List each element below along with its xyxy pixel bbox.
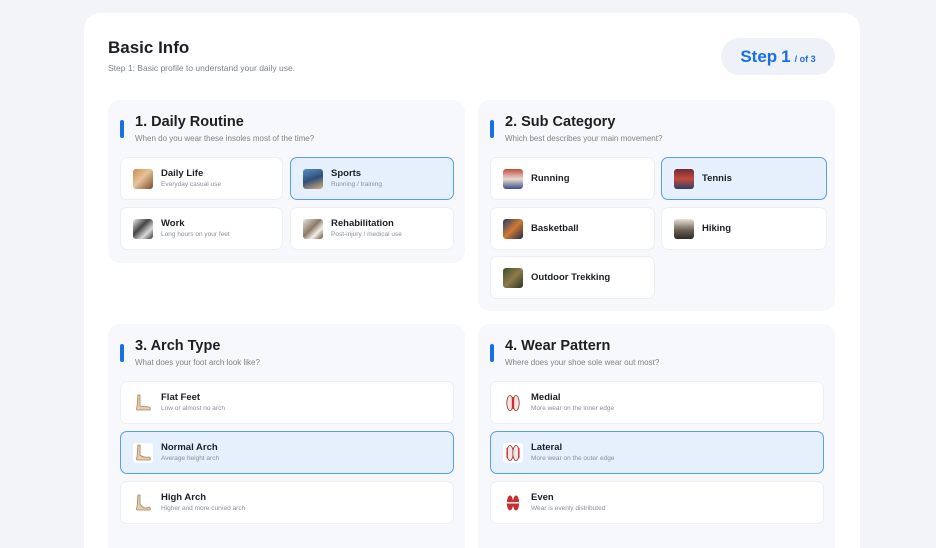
section-title: 2. Sub Category	[505, 114, 616, 130]
option-label: High Arch	[161, 491, 207, 503]
option-running[interactable]: Running	[490, 157, 655, 200]
option-label: Even	[531, 491, 554, 503]
section-sub-category: 2. Sub Category Which best describes you…	[478, 100, 835, 311]
foot-icon	[133, 442, 153, 463]
section-accent-bar	[490, 120, 494, 138]
section-wear-pattern: 4. Wear Pattern Where does your shoe sol…	[478, 324, 835, 548]
section-title: 4. Wear Pattern	[505, 338, 611, 354]
option-label: Medial	[531, 391, 561, 403]
tennis-photo-icon	[674, 168, 694, 189]
section-subtitle: When do you wear these insoles most of t…	[135, 134, 315, 143]
option-description: Wear is evenly distributed	[531, 504, 606, 512]
option-description: Everyday casual use	[161, 180, 221, 188]
section-accent-bar	[490, 344, 494, 362]
page-title: Basic Info	[108, 38, 190, 57]
option-hiking[interactable]: Hiking	[661, 207, 827, 250]
option-description: Average height arch	[161, 454, 220, 462]
section-accent-bar	[120, 344, 124, 362]
option-label: Lateral	[531, 441, 563, 453]
option-label: Rehabilitation	[331, 217, 394, 229]
option-label: Running	[531, 172, 570, 184]
running-photo-icon	[503, 168, 523, 189]
option-rehabilitation[interactable]: Rehabilitation Post-injury / medical use	[290, 207, 454, 250]
basketball-photo-icon	[503, 218, 523, 239]
foot-icon	[133, 492, 153, 513]
step-number: 1	[781, 46, 791, 66]
work-photo-icon	[133, 218, 153, 239]
section-title: 1. Daily Routine	[135, 114, 244, 130]
hiking-photo-icon	[674, 218, 694, 239]
option-daily-life[interactable]: Daily Life Everyday casual use	[120, 157, 283, 200]
sports-photo-icon	[303, 168, 323, 189]
option-label: Work	[161, 217, 185, 229]
option-lateral[interactable]: Lateral More wear on the outer edge	[490, 431, 824, 474]
option-description: Post-injury / medical use	[331, 230, 402, 238]
option-description: More wear on the outer edge	[531, 454, 615, 462]
sole-icon	[503, 392, 523, 413]
option-description: Low or almost no arch	[161, 404, 225, 412]
option-label: Normal Arch	[161, 441, 218, 453]
option-tennis[interactable]: Tennis	[661, 157, 827, 200]
sole-icon	[503, 442, 523, 463]
option-outdoor-trekking[interactable]: Outdoor Trekking	[490, 256, 655, 299]
section-daily-routine: 1. Daily Routine When do you wear these …	[108, 100, 465, 263]
option-label: Basketball	[531, 222, 579, 234]
section-subtitle: Where does your shoe sole wear out most?	[505, 358, 660, 367]
option-description: More wear on the inner edge	[531, 404, 615, 412]
option-label: Daily Life	[161, 167, 204, 179]
option-high-arch[interactable]: High Arch Higher and more curved arch	[120, 481, 454, 524]
foot-icon	[133, 392, 153, 413]
option-even[interactable]: Even Wear is evenly distributed	[490, 481, 824, 524]
step-total: / of 3	[794, 53, 816, 64]
step-indicator: Step 1 / of 3	[721, 38, 835, 75]
daily-life-photo-icon	[133, 168, 153, 189]
step-word: Step	[740, 46, 778, 66]
option-label: Outdoor Trekking	[531, 271, 611, 283]
trekking-photo-icon	[503, 267, 523, 288]
sole-icon	[503, 492, 523, 513]
option-description: Higher and more curved arch	[161, 504, 246, 512]
option-label: Hiking	[702, 222, 732, 234]
option-basketball[interactable]: Basketball	[490, 207, 655, 250]
basic-info-panel: Basic Info Step 1: Basic profile to unde…	[84, 13, 860, 548]
section-subtitle: Which best describes your main movement?	[505, 134, 663, 143]
option-medial[interactable]: Medial More wear on the inner edge	[490, 381, 824, 424]
option-normal-arch[interactable]: Normal Arch Average height arch	[120, 431, 454, 474]
section-arch-type: 3. Arch Type What does your foot arch lo…	[108, 324, 465, 548]
option-label: Sports	[331, 167, 362, 179]
section-subtitle: What does your foot arch look like?	[135, 358, 260, 367]
option-description: Long hours on your feet	[161, 230, 230, 238]
rehabilitation-photo-icon	[303, 218, 323, 239]
page-subtitle: Step 1: Basic profile to understand your…	[108, 63, 296, 73]
option-sports[interactable]: Sports Running / training	[290, 157, 454, 200]
section-accent-bar	[120, 120, 124, 138]
option-label: Tennis	[702, 172, 732, 184]
option-label: Flat Feet	[161, 391, 201, 403]
option-flat-feet[interactable]: Flat Feet Low or almost no arch	[120, 381, 454, 424]
option-work[interactable]: Work Long hours on your feet	[120, 207, 283, 250]
section-title: 3. Arch Type	[135, 338, 221, 354]
option-description: Running / training	[331, 180, 382, 188]
